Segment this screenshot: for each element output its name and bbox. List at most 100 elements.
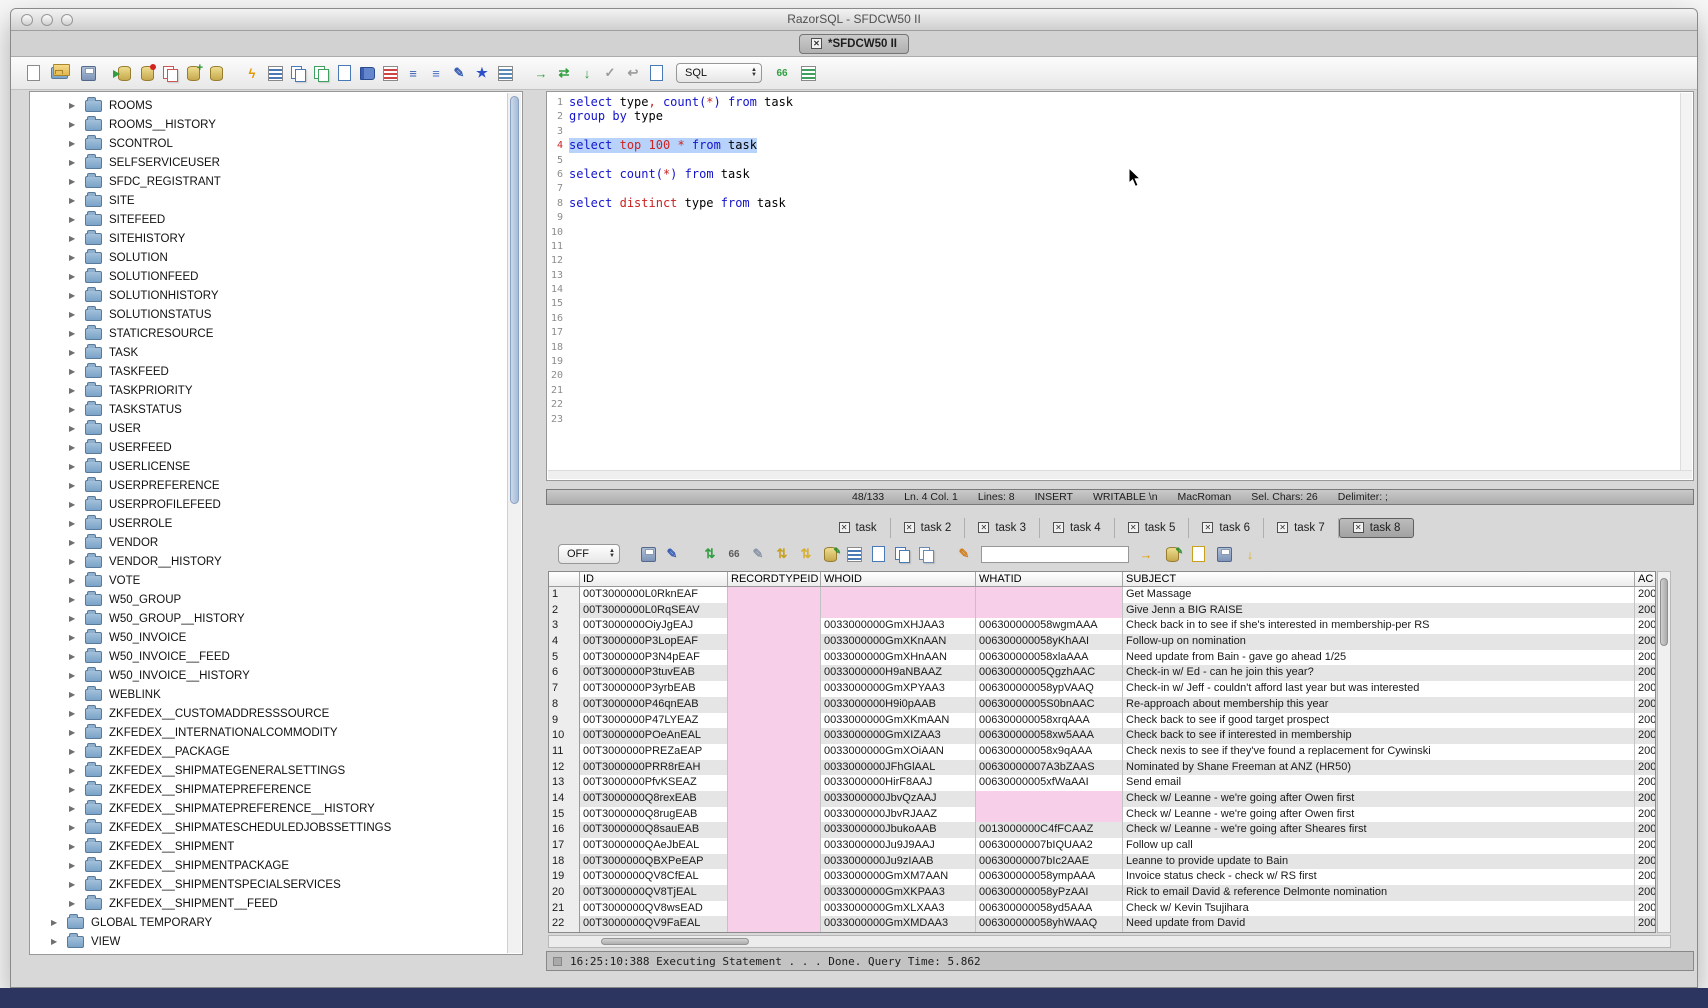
table-cell[interactable]: Check-in w/ Jeff - couldn't afford last …	[1123, 681, 1635, 697]
expand-arrow-icon[interactable]: ▶	[69, 614, 80, 623]
tree-item[interactable]: ▶ZKFEDEX__SHIPMENT__FEED	[31, 894, 507, 913]
expand-arrow-icon[interactable]: ▶	[69, 880, 80, 889]
table-vertical-scrollbar-thumb[interactable]	[1660, 578, 1668, 646]
tree-item[interactable]: ▶ZKFEDEX__SHIPMATEPREFERENCE__HISTORY	[31, 799, 507, 818]
tree-item[interactable]: ▶VENDOR__HISTORY	[31, 552, 507, 571]
expand-arrow-icon[interactable]: ▶	[69, 538, 80, 547]
table-cell[interactable]	[728, 697, 821, 713]
edit-cell-icon[interactable]: ✎	[748, 545, 768, 564]
execute-all-icon[interactable]: ⇄	[554, 64, 574, 83]
quotes-icon[interactable]: 66	[772, 64, 792, 83]
close-tab-icon[interactable]: ✕	[1277, 522, 1288, 533]
expand-arrow-icon[interactable]: ▶	[69, 557, 80, 566]
table-cell[interactable]: 0033000000GmXOiAAN	[821, 744, 976, 760]
copy-table-icon[interactable]	[160, 64, 180, 83]
view-record-icon[interactable]: 66	[724, 545, 744, 564]
execute-down-icon[interactable]: ↓	[577, 64, 597, 83]
editor-line[interactable]: 4select top 100 * from task	[548, 138, 1680, 152]
editor-line[interactable]: 20	[548, 368, 1680, 382]
table-cell[interactable]: 00T3000000L0RqSEAV	[580, 603, 728, 619]
expand-arrow-icon[interactable]: ▶	[69, 424, 80, 433]
table-cell[interactable]: 0033000000GmXM7AAN	[821, 869, 976, 885]
table-cell[interactable]: 0033000000JbukoAAB	[821, 822, 976, 838]
statement-type-select[interactable]: SQL ▲▼	[676, 63, 762, 83]
table-cell[interactable]: 00T3000000OiyJgEAJ	[580, 618, 728, 634]
add-note-icon[interactable]	[1188, 545, 1208, 564]
tree-item[interactable]: ▶TASKPRIORITY	[31, 381, 507, 400]
save-file-icon[interactable]	[78, 64, 98, 83]
table-cell[interactable]: 00T3000000PfvKSEAZ	[580, 775, 728, 791]
window-titlebar[interactable]: RazorSQL - SFDCW50 II	[11, 9, 1697, 31]
download-icon[interactable]: ↓	[1240, 545, 1260, 564]
table-cell[interactable]: 200	[1635, 744, 1656, 760]
table-cell[interactable]: 200	[1635, 791, 1656, 807]
table-cell[interactable]	[728, 587, 821, 603]
tree-item[interactable]: ▶SITE	[31, 191, 507, 210]
table-cell[interactable]: 00630000007bIc2AAE	[976, 854, 1123, 870]
table-cell[interactable]: 200	[1635, 869, 1656, 885]
table-cell[interactable]: 200	[1635, 603, 1656, 619]
table-cell[interactable]: Check w/ Kevin Tsujihara	[1123, 901, 1635, 917]
expand-arrow-icon[interactable]: ▶	[69, 804, 80, 813]
expand-arrow-icon[interactable]: ▶	[51, 918, 62, 927]
table-cell[interactable]: 200	[1635, 697, 1656, 713]
expand-arrow-icon[interactable]: ▶	[69, 158, 80, 167]
table-row[interactable]: 900T3000000P47LYEAZ0033000000GmXKmAAN006…	[549, 713, 1655, 729]
table-cell[interactable]: 006300000058yd5AAA	[976, 901, 1123, 917]
editor-line[interactable]: 9	[548, 210, 1680, 224]
table-cell[interactable]	[976, 603, 1123, 619]
export-icon[interactable]	[288, 64, 308, 83]
tree-item[interactable]: ▶W50_GROUP__HISTORY	[31, 609, 507, 628]
results-table[interactable]: IDRECORDTYPEIDWHOIDWHATIDSUBJECTAC 100T3…	[548, 571, 1656, 933]
results-grid-icon[interactable]	[265, 64, 285, 83]
grid-view-icon[interactable]	[844, 545, 864, 564]
editor-line[interactable]: 22	[548, 397, 1680, 411]
form-view-icon[interactable]	[868, 545, 888, 564]
table-cell[interactable]: 200	[1635, 807, 1656, 823]
expand-arrow-icon[interactable]: ▶	[69, 462, 80, 471]
table-row[interactable]: 1600T3000000Q8sauEAB0033000000JbukoAAB00…	[549, 822, 1655, 838]
editor-line[interactable]: 10	[548, 225, 1680, 239]
table-cell[interactable]: Check back in to see if she's interested…	[1123, 618, 1635, 634]
tree-item[interactable]: ▶W50_INVOICE__HISTORY	[31, 666, 507, 685]
table-row[interactable]: 1100T3000000PREZaEAP0033000000GmXOiAAN00…	[549, 744, 1655, 760]
table-cell[interactable]: Get Massage	[1123, 587, 1635, 603]
refresh-results-icon[interactable]: ⇅	[700, 545, 720, 564]
sql-editor[interactable]: 1select type, count(*) from task2group b…	[546, 91, 1694, 481]
editor-line[interactable]: 23	[548, 412, 1680, 426]
table-cell[interactable]: 0033000000JbvRJAAZ	[821, 807, 976, 823]
table-cell[interactable]: Leanne to provide update to Bain	[1123, 854, 1635, 870]
table-row[interactable]: 100T3000000L0RknEAFGet Massage200	[549, 587, 1655, 603]
script-icon[interactable]	[334, 64, 354, 83]
sql-editor-lines[interactable]: 1select type, count(*) from task2group b…	[548, 93, 1680, 470]
expand-arrow-icon[interactable]: ▶	[69, 348, 80, 357]
close-tab-icon[interactable]: ✕	[1128, 522, 1139, 533]
tree-item[interactable]: ▶USERLICENSE	[31, 457, 507, 476]
expand-arrow-icon[interactable]: ▶	[69, 690, 80, 699]
copy-special-icon[interactable]	[916, 545, 936, 564]
editor-line[interactable]: 17	[548, 325, 1680, 339]
expand-arrow-icon[interactable]: ▶	[69, 120, 80, 129]
table-horizontal-scrollbar-thumb[interactable]	[601, 938, 749, 945]
table-cell[interactable]	[728, 807, 821, 823]
expand-arrow-icon[interactable]: ▶	[69, 215, 80, 224]
editor-line[interactable]: 19	[548, 354, 1680, 368]
table-cell[interactable]	[728, 791, 821, 807]
expand-arrow-icon[interactable]: ▶	[69, 728, 80, 737]
sidebar-scrollbar[interactable]	[507, 93, 521, 953]
expand-arrow-icon[interactable]: ▶	[69, 367, 80, 376]
expand-arrow-icon[interactable]: ▶	[69, 177, 80, 186]
table-cell[interactable]: 00T3000000PRR8rEAH	[580, 760, 728, 776]
table-row[interactable]: 1300T3000000PfvKSEAZ0033000000HirF8AAJ00…	[549, 775, 1655, 791]
table-cell[interactable]	[728, 618, 821, 634]
table-cell[interactable]: Check nexis to see if they've found a re…	[1123, 744, 1635, 760]
close-tab-icon[interactable]: ✕	[904, 522, 915, 533]
column-header[interactable]: ID	[580, 572, 728, 586]
expand-arrow-icon[interactable]: ▶	[69, 443, 80, 452]
tree-item[interactable]: ▶ZKFEDEX__CUSTOMADDRESSSOURCE	[31, 704, 507, 723]
expand-arrow-icon[interactable]: ▶	[69, 481, 80, 490]
table-cell[interactable]: 00T3000000QBXPeEAP	[580, 854, 728, 870]
tree-item[interactable]: ▶W50_INVOICE	[31, 628, 507, 647]
table-cell[interactable]	[728, 681, 821, 697]
table-cell[interactable]: 00630000005S0bnAAC	[976, 697, 1123, 713]
